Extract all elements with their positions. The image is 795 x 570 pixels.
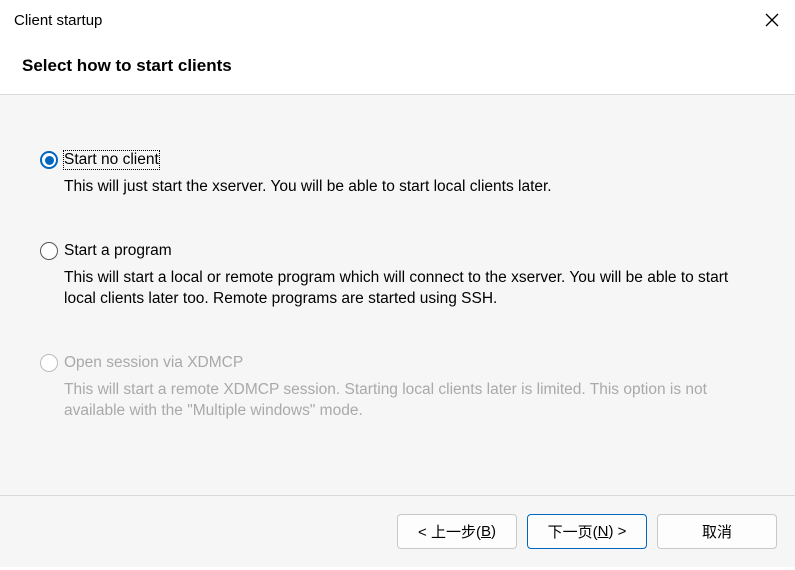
option-start-a-program: Start a program This will start a local … (40, 242, 755, 310)
option-desc-start-a-program: This will start a local or remote progra… (64, 268, 755, 310)
radio-xdmcp (40, 354, 58, 372)
window-title: Client startup (14, 12, 102, 29)
page-title: Select how to start clients (22, 56, 773, 76)
close-button[interactable] (749, 0, 795, 40)
radio-label-xdmcp: Open session via XDMCP (64, 354, 243, 372)
next-button[interactable]: 下一页(N) > (527, 514, 647, 549)
titlebar: Client startup (0, 0, 795, 40)
option-desc-xdmcp: This will start a remote XDMCP session. … (64, 380, 755, 422)
cancel-button[interactable]: 取消 (657, 514, 777, 549)
back-button[interactable]: < 上一步(B) (397, 514, 517, 549)
radio-label-start-no-client[interactable]: Start no client (64, 151, 159, 169)
option-desc-start-no-client: This will just start the xserver. You wi… (64, 177, 755, 198)
wizard-header: Select how to start clients (0, 40, 795, 94)
close-icon (765, 13, 779, 27)
radio-label-start-a-program[interactable]: Start a program (64, 242, 172, 260)
radio-start-no-client[interactable] (40, 151, 58, 169)
option-xdmcp: Open session via XDMCP This will start a… (40, 354, 755, 422)
option-start-no-client: Start no client This will just start the… (40, 151, 755, 198)
wizard-footer: < 上一步(B) 下一页(N) > 取消 (0, 495, 795, 567)
wizard-content: Start no client This will just start the… (0, 95, 795, 495)
radio-start-a-program[interactable] (40, 242, 58, 260)
